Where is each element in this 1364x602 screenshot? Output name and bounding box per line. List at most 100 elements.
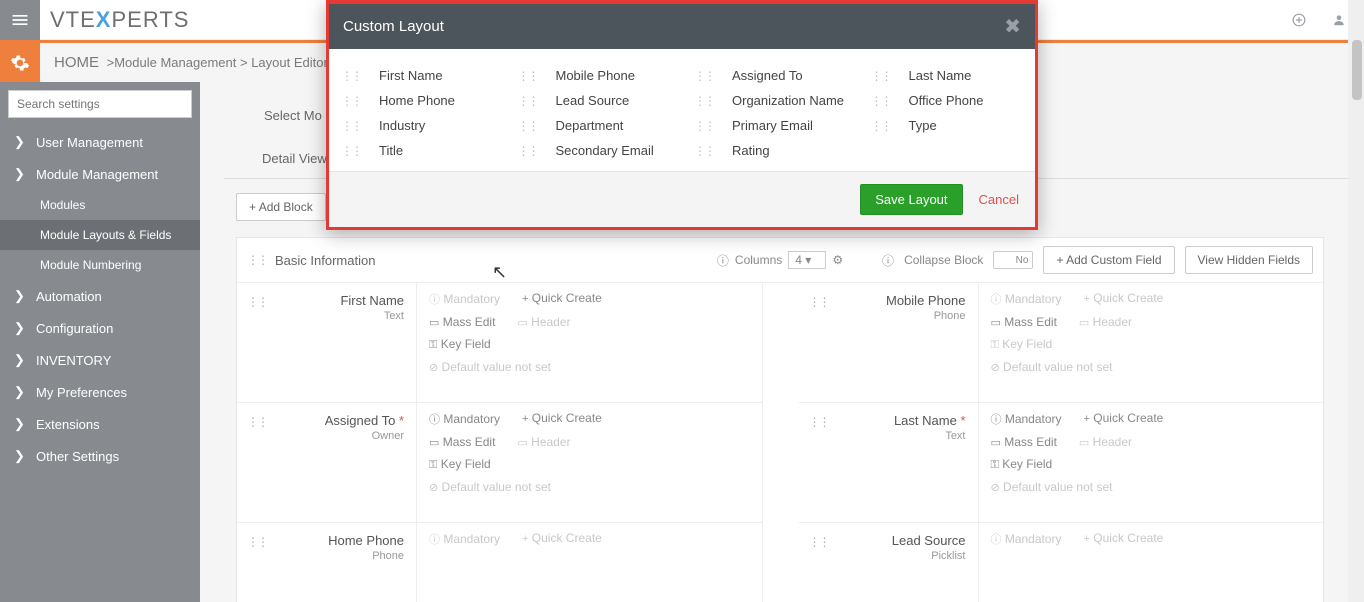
modal-field-item[interactable]: ⋮⋮Assigned To [690,63,851,88]
breadcrumb: HOME >Module Management > Layout Editor [54,54,328,71]
info-icon: ⓘ [882,252,894,269]
grip-icon[interactable]: ⋮⋮ [341,69,361,83]
modal-field-item[interactable]: ⋮⋮Home Phone [337,88,498,113]
plus-icon: + [1056,253,1066,267]
grip-icon[interactable]: ⋮⋮ [694,94,714,108]
field-name: Last Name * [811,413,966,428]
modal-field-item[interactable]: ⋮⋮Title [337,138,498,163]
grip-icon[interactable]: ⋮⋮ [247,535,267,549]
field-type: Text [249,310,404,322]
view-hidden-fields-button[interactable]: View Hidden Fields [1185,246,1314,274]
field-label-area: ⋮⋮Lead Source Picklist [799,523,979,602]
modal-header: Custom Layout ✖ [329,4,1035,49]
field-properties: ⓘ Mandatory+ Quick Create [417,523,762,602]
modal-field-item[interactable]: ⋮⋮Organization Name [690,88,851,113]
sidebar-item-label: My Preferences [36,385,127,400]
breadcrumb-layout[interactable]: Layout Editor [251,55,328,70]
grip-icon[interactable]: ⋮⋮ [518,119,538,133]
field-type: Picklist [811,550,966,562]
modal-field-item[interactable]: ⋮⋮Primary Email [690,113,851,138]
grip-icon[interactable]: ⋮⋮ [247,295,267,309]
field-label-area: ⋮⋮Assigned To *Owner [237,403,417,522]
scrollbar-thumb[interactable] [1352,40,1362,100]
grip-icon[interactable]: ⋮⋮ [871,119,891,133]
grip-icon[interactable]: ⋮⋮ [518,94,538,108]
grip-icon[interactable]: ⋮⋮ [247,253,267,267]
modal-field-label: Rating [732,143,770,158]
grip-icon[interactable]: ⋮⋮ [871,69,891,83]
sidebar-item-label: Module Management [36,167,158,182]
add-block-label: Add Block [259,200,313,214]
sidebar-item-inventory[interactable]: ❯INVENTORY [0,344,200,376]
search-input[interactable] [8,90,192,118]
hamburger-menu[interactable] [0,0,40,40]
sidebar-sub-layouts-fields[interactable]: Module Layouts & Fields [0,220,200,250]
add-block-button[interactable]: + Add Block [236,193,326,221]
modal-field-item[interactable]: ⋮⋮ Department [514,113,675,138]
grip-icon[interactable]: ⋮⋮ [871,94,891,108]
columns-select[interactable]: 4 ▾ [788,251,826,269]
gear-icon [10,53,30,73]
logo-text-x: X [96,7,112,32]
modal-field-item[interactable]: ⋮⋮Industry [337,113,498,138]
columns-label: Columns [735,253,782,267]
save-layout-button[interactable]: Save Layout [860,184,962,215]
chevron-right-icon: ❯ [14,416,26,432]
plus-icon[interactable] [1292,13,1306,27]
modal-field-item[interactable]: ⋮⋮ Rating [690,138,851,163]
vertical-scrollbar[interactable] [1348,0,1364,602]
settings-gear[interactable] [0,43,40,83]
modal-field-label: Type [909,118,937,133]
modal-field-item[interactable]: ⋮⋮Lead Source [514,88,675,113]
sidebar-item-extensions[interactable]: ❯Extensions [0,408,200,440]
gear-icon[interactable]: ⚙ [832,253,843,267]
collapse-toggle[interactable]: No [993,251,1033,269]
grip-icon[interactable]: ⋮⋮ [809,295,829,309]
sidebar-item-automation[interactable]: ❯Automation [0,280,200,312]
grip-icon[interactable]: ⋮⋮ [694,69,714,83]
sidebar-sub-modules[interactable]: Modules [0,190,200,220]
chevron-right-icon: ❯ [14,352,26,368]
modal-field-item[interactable]: ⋮⋮Secondary Email [514,138,675,163]
columns-control: ⓘ Columns 4 ▾ ⚙ [717,251,843,269]
field-name: First Name [249,293,404,308]
sidebar-item-preferences[interactable]: ❯My Preferences [0,376,200,408]
sidebar-item-module-management[interactable]: ❯Module Management [0,158,200,190]
modal-field-item[interactable]: ⋮⋮ First Name [337,63,498,88]
add-custom-field-button[interactable]: + Add Custom Field [1043,246,1174,274]
user-icon[interactable] [1332,13,1346,27]
field-name: Lead Source [811,533,966,548]
chevron-right-icon: ❯ [14,320,26,336]
field-name: Assigned To * [249,413,404,428]
info-icon: ⓘ [717,252,729,269]
modal-field-item[interactable]: ⋮⋮Last Name [867,63,1028,88]
grip-icon[interactable]: ⋮⋮ [809,535,829,549]
modal-field-item[interactable]: ⋮⋮Mobile Phone [514,63,675,88]
modal-field-item[interactable]: ⋮⋮ Type [867,113,1028,138]
grip-icon[interactable]: ⋮⋮ [247,415,267,429]
grip-icon[interactable]: ⋮⋮ [341,119,361,133]
sidebar-item-configuration[interactable]: ❯Configuration [0,312,200,344]
breadcrumb-home[interactable]: HOME [54,54,99,71]
sidebar: ❯User Management ❯Module Management Modu… [0,82,200,602]
modal-field-label: Department [556,118,624,133]
cancel-link[interactable]: Cancel [979,192,1019,207]
grip-icon[interactable]: ⋮⋮ [809,415,829,429]
plus-icon: + [249,200,259,214]
breadcrumb-module[interactable]: Module Management [114,55,236,70]
sidebar-item-other-settings[interactable]: ❯Other Settings [0,440,200,472]
grip-icon[interactable]: ⋮⋮ [341,144,361,158]
close-icon[interactable]: ✖ [1004,14,1021,39]
grip-icon[interactable]: ⋮⋮ [518,69,538,83]
field-card: ⋮⋮Last Name *Textⓘ Mandatory+ Quick Crea… [799,403,1324,523]
sidebar-item-label: Automation [36,289,102,304]
sidebar-sub-numbering[interactable]: Module Numbering [0,250,200,280]
grip-icon[interactable]: ⋮⋮ [341,94,361,108]
modal-field-item[interactable]: ⋮⋮Office Phone [867,88,1028,113]
sidebar-item-user-management[interactable]: ❯User Management [0,126,200,158]
field-properties: ⓘ Mandatory+ Quick Create▭ Mass Edit▭ He… [417,283,762,402]
grip-icon[interactable]: ⋮⋮ [518,144,538,158]
grip-icon[interactable]: ⋮⋮ [694,119,714,133]
grip-icon[interactable]: ⋮⋮ [694,144,714,158]
modal-field-label: First Name [379,68,443,83]
